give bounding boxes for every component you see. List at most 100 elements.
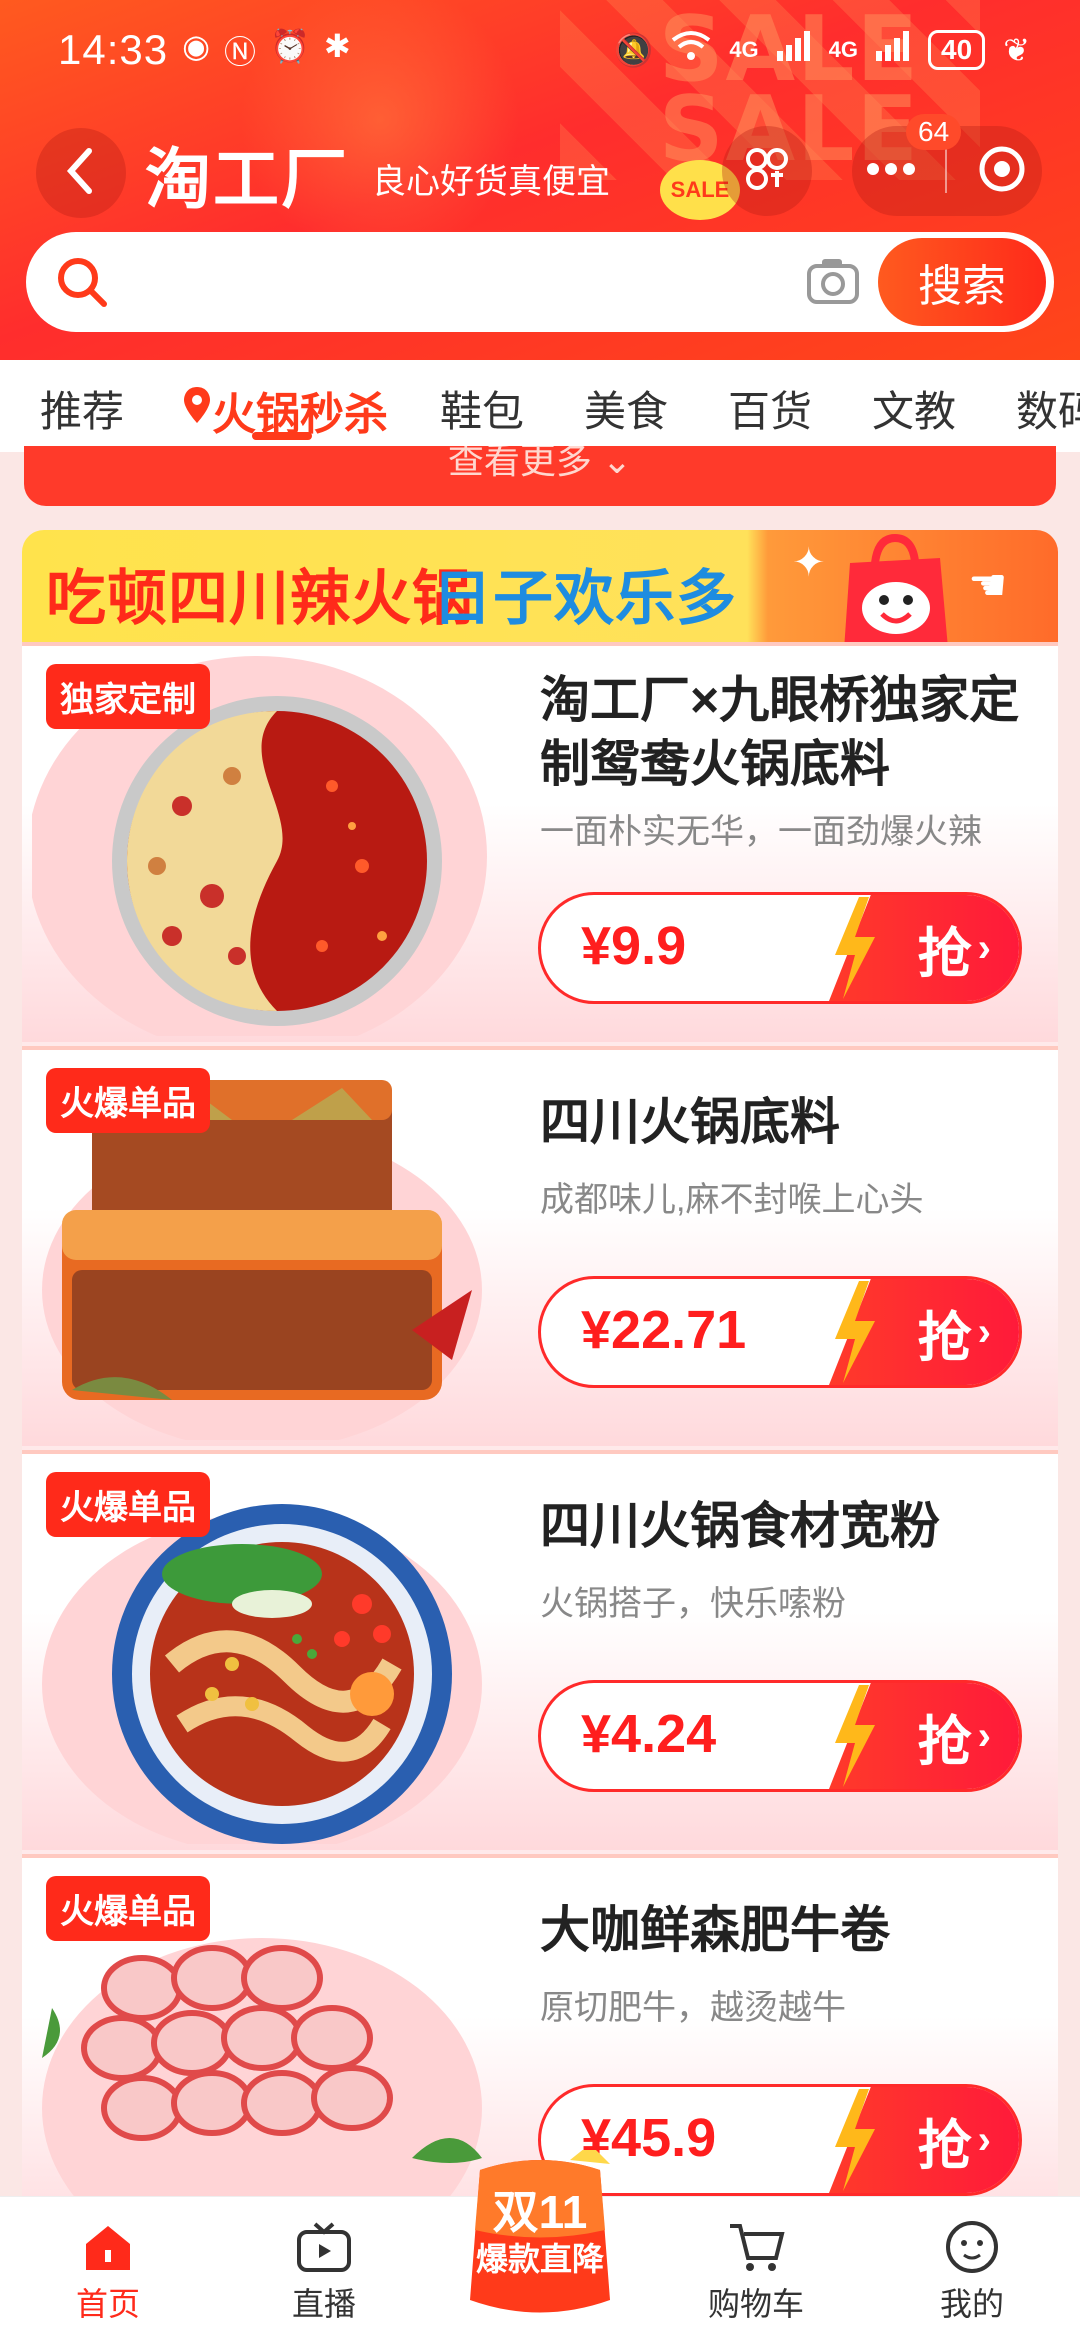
nav-mine-label: 我的 <box>939 2286 1004 2322</box>
product-card[interactable]: 火爆单品 四川火锅食材宽粉 火锅搭子，快乐嗦粉 ¥4.24 抢 › <box>22 1450 1058 1850</box>
chevron-right-icon: › <box>977 1309 991 1354</box>
buy-button[interactable]: ¥22.71 抢 › <box>538 1276 1022 1388</box>
scan-icon <box>743 145 791 198</box>
pointing-hand-icon: ☚ <box>968 561 1008 610</box>
product-tag: 独家定制 <box>46 664 210 729</box>
product-title: 四川火锅食材宽粉 <box>540 1498 940 1554</box>
search-button[interactable]: 搜索 <box>878 238 1046 326</box>
grab-label: 抢 <box>917 923 972 984</box>
double-11-promo-button[interactable]: 双11 爆款直降 <box>460 2150 620 2330</box>
nav-home-label: 首页 <box>75 2286 140 2322</box>
cart-icon <box>676 2215 836 2279</box>
home-icon <box>28 2215 188 2279</box>
nav-mine[interactable]: 我的 <box>892 2215 1052 2325</box>
status-bar: 14:33 ◉ Ⓝ ⏰ ✱ 🔕 4G 4G 40 ❦ <box>0 0 1080 100</box>
product-title: 四川火锅底料 <box>540 1094 840 1150</box>
signal-label-2: 4G <box>828 37 859 62</box>
camera-icon[interactable] <box>806 256 860 311</box>
view-more-bar[interactable]: 查看更多 ⌄ <box>24 446 1056 506</box>
header: SALE SALE 14:33 ◉ Ⓝ ⏰ ✱ 🔕 4G 4G 40 ❦ 淘工厂… <box>0 0 1080 360</box>
signal-icon-2 <box>876 31 910 69</box>
product-tag: 火爆单品 <box>46 1876 210 1941</box>
active-tab-indicator <box>252 432 312 440</box>
promo-title: 双11 <box>492 2186 588 2238</box>
signal-label: 4G <box>729 37 759 62</box>
status-time: 14:33 <box>58 26 169 73</box>
mute-icon: 🔕 <box>613 32 654 68</box>
product-title: 大咖鲜森肥牛卷 <box>540 1902 890 1958</box>
status-right-icons: 🔕 4G 4G 40 ❦ <box>613 30 1030 70</box>
app-title: 淘工厂 <box>145 142 349 216</box>
nav-live[interactable]: 直播 <box>244 2215 404 2325</box>
lightning-icon <box>829 2087 879 2193</box>
promo-banner: 吃顿四川辣火锅 日子欢乐多 ✦ ☚ <box>22 530 1058 650</box>
product-subtitle: 火锅搭子，快乐嗦粉 <box>540 1585 846 1623</box>
notification-badge: 64 <box>906 114 962 150</box>
chevron-right-icon: › <box>977 2117 991 2162</box>
chevron-left-icon <box>61 147 101 200</box>
product-title: 淘工厂×九眼桥独家定制鸳鸯火锅底料 <box>540 672 1020 792</box>
live-tv-icon <box>244 2215 404 2279</box>
wifi-icon <box>671 30 711 70</box>
product-tag: 火爆单品 <box>46 1068 210 1133</box>
product-price: ¥4.24 <box>581 1704 717 1764</box>
product-subtitle: 一面朴实无华，一面劲爆火辣 <box>540 813 982 851</box>
promo-subtitle: 爆款直降 <box>475 2241 604 2277</box>
buy-button[interactable]: ¥9.9 抢 › <box>538 892 1022 1004</box>
nav-home[interactable]: 首页 <box>28 2215 188 2325</box>
tab-shoes-bags[interactable]: 鞋包 <box>440 378 524 439</box>
product-card[interactable]: 独家定制 淘工厂×九眼桥独家定制鸳鸯火锅底料 一面朴实无华，一面劲爆火辣 ¥9.… <box>22 642 1058 1042</box>
search-icon <box>54 254 110 315</box>
product-tag: 火爆单品 <box>46 1472 210 1537</box>
chevron-down-icon: ⌄ <box>601 446 633 481</box>
product-price: ¥9.9 <box>581 916 687 976</box>
close-target-icon[interactable] <box>976 143 1028 200</box>
grab-label: 抢 <box>917 1711 972 1772</box>
more-icon[interactable] <box>866 162 916 181</box>
category-tabs: 推荐 火锅秒杀 鞋包 美食 百货 文教 数码 <box>0 360 1080 452</box>
tab-recommend[interactable]: 推荐 <box>40 378 124 439</box>
product-card[interactable]: 火爆单品 四川火锅底料 成都味儿,麻不封喉上心头 ¥22.71 抢 › <box>22 1046 1058 1446</box>
back-button[interactable] <box>36 128 126 218</box>
nav-cart-label: 购物车 <box>707 2286 804 2322</box>
capsule-divider <box>944 149 947 193</box>
scan-button[interactable] <box>722 126 812 216</box>
buy-button[interactable]: ¥4.24 抢 › <box>538 1680 1022 1792</box>
lightning-icon <box>829 1279 879 1385</box>
banner-title-main: 吃顿四川辣火锅 <box>46 565 473 632</box>
nfc-icon: Ⓝ <box>224 34 257 70</box>
product-price: ¥22.71 <box>581 1300 747 1360</box>
leaf-icon: ❦ <box>1003 32 1030 68</box>
hotpot-promo-card: 吃顿四川辣火锅 日子欢乐多 ✦ ☚ 独家定制 淘工厂×九眼桥独家定制鸳鸯火锅底料… <box>22 530 1058 2340</box>
sale-tag-text: SALE <box>670 177 730 202</box>
bluetooth-icon: ✱ <box>323 28 351 64</box>
tab-food[interactable]: 美食 <box>584 378 668 439</box>
chevron-right-icon: › <box>977 925 991 970</box>
app-slogan: 良心好货真便宜 <box>372 163 610 201</box>
lightning-icon <box>829 895 879 1001</box>
tab-general-goods[interactable]: 百货 <box>728 378 812 439</box>
tab-digital[interactable]: 数码 <box>1016 378 1080 439</box>
battery-icon: 40 <box>928 30 986 70</box>
eye-icon: ◉ <box>182 28 211 64</box>
nav-live-label: 直播 <box>291 2286 356 2322</box>
nav-cart[interactable]: 购物车 <box>676 2215 836 2325</box>
profile-face-icon <box>892 2215 1052 2279</box>
alarm-icon: ⏰ <box>270 28 310 64</box>
search-bar[interactable]: 搜索 <box>26 232 1054 332</box>
shopping-bag-mascot-icon <box>830 530 960 658</box>
grab-label: 抢 <box>917 1307 972 1368</box>
grab-label: 抢 <box>917 2115 972 2176</box>
sparkle-icon: ✦ <box>792 541 826 585</box>
battery-level: 40 <box>941 34 973 65</box>
banner-title-secondary: 日子欢乐多 <box>432 565 737 632</box>
lightning-icon <box>829 1683 879 1789</box>
chevron-right-icon: › <box>977 1713 991 1758</box>
tab-stationery[interactable]: 文教 <box>872 378 956 439</box>
view-more-label: 查看更多 <box>447 446 592 481</box>
signal-icon <box>776 31 811 69</box>
product-subtitle: 原切肥牛，越烫越牛 <box>540 1989 846 2027</box>
status-left-icons: ◉ Ⓝ ⏰ ✱ <box>182 27 351 73</box>
product-subtitle: 成都味儿,麻不封喉上心头 <box>540 1181 924 1219</box>
location-pin-icon <box>182 385 212 436</box>
